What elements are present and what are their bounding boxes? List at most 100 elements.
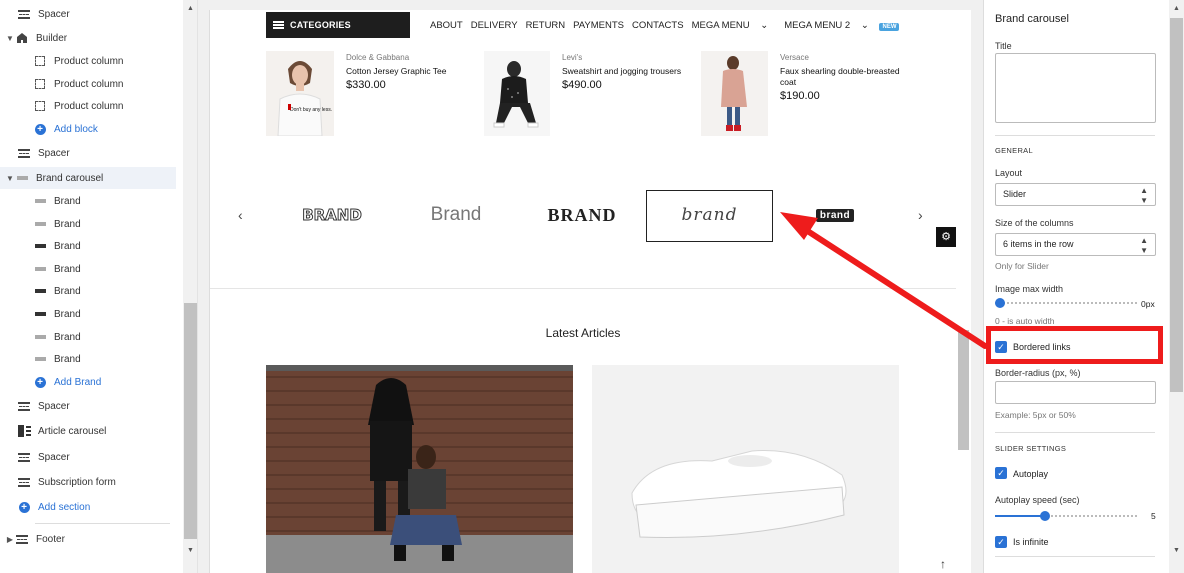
caret-down-icon[interactable]: ▼ [5, 174, 15, 183]
menu-item-mega-menu[interactable]: MEGA MENU ⌄ [692, 20, 777, 31]
brand-logo[interactable]: brand [785, 189, 885, 241]
divider [995, 135, 1155, 136]
autoplay-label[interactable]: Autoplay [1013, 469, 1048, 479]
border-radius-input[interactable] [995, 381, 1156, 404]
columns-select[interactable]: 6 items in the row ▲ ▼ [995, 233, 1156, 256]
tree-item-spacer[interactable]: Spacer [0, 3, 180, 25]
product-card[interactable]: Versace Faux shearling double-breasted c… [701, 51, 905, 136]
tree-item-label: Brand [54, 353, 81, 365]
brand-thumb-icon [33, 195, 47, 207]
tree-item-article-carousel[interactable]: Article carousel [0, 420, 180, 442]
tree-item-label: Brand [54, 308, 81, 320]
tree-item-brand-carousel[interactable]: ▼ Brand carousel [0, 167, 176, 189]
tree-item-brand[interactable]: Brand [0, 258, 180, 280]
gears-icon[interactable]: ⚙ [936, 227, 956, 247]
layout-select-value: Slider [1003, 189, 1027, 199]
article-image[interactable] [266, 365, 573, 573]
shirt-print: Don't buy any less. [290, 107, 332, 113]
brand-carousel: ‹ BRAND Brand BRAND brand brand › [210, 189, 971, 241]
tree-item-brand[interactable]: Brand [0, 280, 180, 302]
product-card[interactable]: Levi's Sweatshirt and jogging trousers $… [484, 51, 687, 136]
tree-item-product-column[interactable]: Product column [0, 50, 180, 72]
chevron-left-icon[interactable]: ‹ [238, 207, 243, 223]
scroll-down-icon[interactable]: ▼ [183, 544, 197, 557]
tree-item-footer[interactable]: ▶ Footer [0, 528, 180, 550]
caret-right-icon[interactable]: ▶ [5, 535, 15, 544]
product-title[interactable]: Sweatshirt and jogging trousers [562, 66, 687, 77]
column-icon [33, 100, 47, 112]
autoplay-checkbox[interactable]: ✓ [995, 467, 1007, 479]
scrollbar-thumb[interactable] [1170, 18, 1183, 392]
menu-item-contacts[interactable]: CONTACTS [632, 20, 684, 31]
menu-item-payments[interactable]: PAYMENTS [573, 20, 624, 31]
brand-logo[interactable]: BRAND [532, 189, 632, 241]
product-image[interactable]: Don't buy any less. [266, 51, 334, 136]
product-image[interactable] [701, 51, 768, 136]
new-badge: NEW [879, 22, 900, 31]
scrollbar-thumb[interactable] [958, 330, 969, 450]
layout-select[interactable]: Slider ▲ ▼ [995, 183, 1156, 206]
tree-item-brand[interactable]: Brand [0, 303, 180, 325]
chevron-right-icon[interactable]: › [918, 207, 923, 223]
store-preview: CATEGORIES ABOUT DELIVERY RETURN PAYMENT… [209, 10, 971, 573]
tree-item-label: Spacer [38, 147, 70, 159]
autoplay-speed-slider-knob[interactable] [1040, 511, 1050, 521]
slider-settings-heading: SLIDER SETTINGS [995, 444, 1067, 453]
updown-icon: ▲ ▼ [1140, 186, 1148, 205]
add-brand-button[interactable]: + Add Brand [0, 371, 180, 393]
product-title[interactable]: Faux shearling double-breasted coat [780, 66, 905, 88]
menu-item-about[interactable]: ABOUT [430, 20, 463, 31]
article-image[interactable] [592, 365, 899, 573]
chevron-down-icon: ⌄ [860, 19, 869, 31]
add-block-button[interactable]: + Add block [0, 118, 180, 140]
article-icon [17, 425, 31, 437]
categories-button[interactable]: CATEGORIES [266, 12, 410, 38]
highlight-box [986, 326, 1163, 364]
image-max-width-slider[interactable] [995, 302, 1137, 304]
spacer-icon [15, 533, 29, 545]
tree-item-brand[interactable]: Brand [0, 190, 180, 212]
brand-logo[interactable]: Brand [406, 189, 506, 241]
is-infinite-label[interactable]: Is infinite [1013, 537, 1049, 547]
image-max-width-slider-knob[interactable] [995, 298, 1005, 308]
scroll-up-icon[interactable]: ▲ [1169, 2, 1184, 15]
title-textarea[interactable] [995, 53, 1156, 123]
tree-item-brand[interactable]: Brand [0, 213, 180, 235]
columns-label: Size of the columns [995, 218, 1074, 228]
menu-item-delivery[interactable]: DELIVERY [471, 20, 518, 31]
tree-item-spacer[interactable]: Spacer [0, 395, 180, 417]
spacer-icon [17, 476, 31, 488]
preview-scrollbar[interactable] [956, 10, 971, 573]
main-menu: ABOUT DELIVERY RETURN PAYMENTS CONTACTS … [430, 20, 915, 31]
back-to-top-icon[interactable]: ↑ [940, 557, 946, 571]
add-section-button[interactable]: + Add section [0, 496, 180, 518]
layout-label: Layout [995, 168, 1023, 178]
is-infinite-checkbox[interactable]: ✓ [995, 536, 1007, 548]
brand-logo[interactable]: BRAND [282, 189, 382, 241]
scroll-up-icon[interactable]: ▲ [183, 2, 197, 15]
tree-item-label: Brand carousel [36, 172, 104, 184]
tree-item-spacer[interactable]: Spacer [0, 446, 180, 468]
tree-item-builder[interactable]: ▼ Builder [0, 27, 180, 49]
add-brand-label: Add Brand [54, 376, 102, 388]
add-block-label: Add block [54, 123, 98, 135]
tree-item-label: Product column [54, 100, 124, 112]
menu-item-return[interactable]: RETURN [526, 20, 566, 31]
left-scrollbar[interactable]: ▲ ▼ [183, 0, 197, 573]
product-title[interactable]: Cotton Jersey Graphic Tee [346, 66, 471, 77]
tree-item-subscription-form[interactable]: Subscription form [0, 471, 180, 493]
product-image[interactable] [484, 51, 550, 136]
scrollbar-thumb[interactable] [184, 303, 197, 539]
scroll-down-icon[interactable]: ▼ [1169, 544, 1184, 557]
tree-item-brand[interactable]: Brand [0, 235, 180, 257]
menu-item-mega-menu-2[interactable]: MEGA MENU 2 ⌄ NEW [784, 20, 907, 31]
settings-scrollbar[interactable]: ▲ ▼ [1169, 0, 1184, 573]
caret-down-icon[interactable]: ▼ [5, 34, 15, 43]
tree-item-product-column[interactable]: Product column [0, 73, 180, 95]
plus-circle-icon: + [33, 123, 47, 135]
tree-item-product-column[interactable]: Product column [0, 95, 180, 117]
tree-item-spacer[interactable]: Spacer [0, 142, 180, 164]
tree-item-brand[interactable]: Brand [0, 326, 180, 348]
product-card[interactable]: Don't buy any less. Dolce & Gabbana Cott… [266, 51, 471, 136]
tree-item-brand[interactable]: Brand [0, 348, 180, 370]
